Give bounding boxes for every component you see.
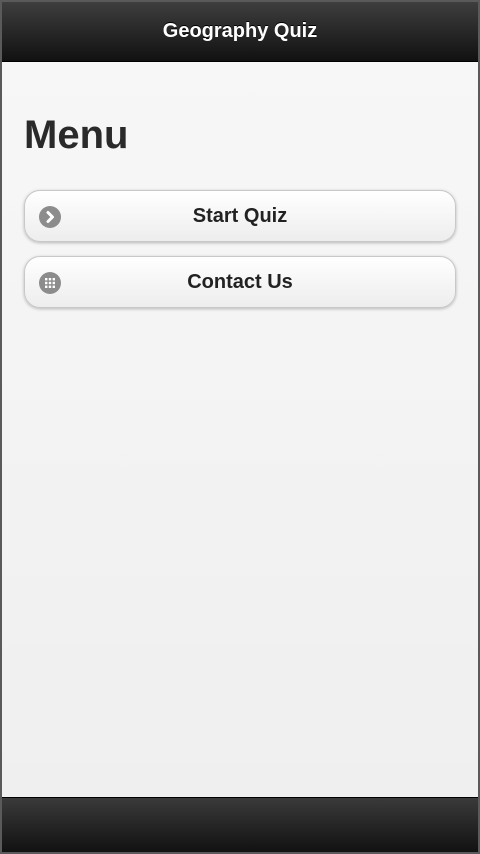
header-bar: Geography Quiz (2, 2, 478, 62)
app-title: Geography Quiz (162, 20, 318, 42)
contact-us-label: Contact Us (187, 270, 293, 293)
start-quiz-button[interactable]: Start Quiz (24, 190, 456, 242)
footer-bar (2, 797, 478, 852)
start-quiz-label: Start Quiz (192, 204, 288, 227)
arrow-right-icon (39, 206, 61, 228)
page-title: Menu (24, 113, 129, 157)
page-content: Menu Start Quiz Contact Us (2, 62, 478, 796)
contact-us-button[interactable]: Contact Us (24, 256, 456, 308)
grid-icon (39, 272, 61, 294)
app-frame: Geography Quiz Menu Start Quiz Contact U… (2, 2, 478, 852)
